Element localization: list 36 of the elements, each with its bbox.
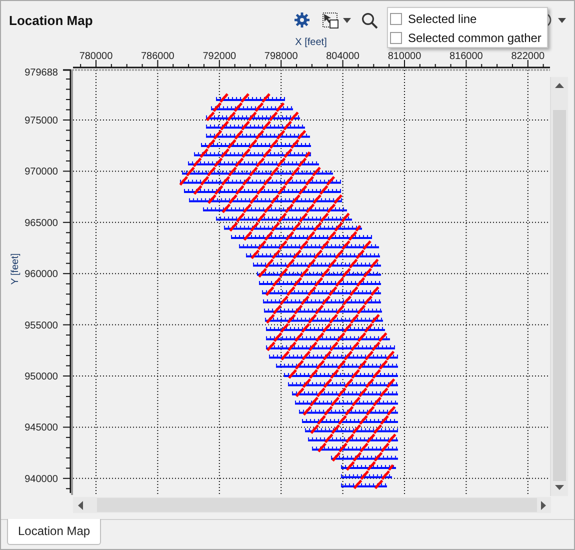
menu-item[interactable]: Selected line — [390, 10, 542, 27]
tick-label: 816000 — [450, 51, 483, 62]
axis-title: X [feet] — [295, 37, 327, 48]
panel-title: Location Map — [9, 12, 93, 28]
scroll-up-icon[interactable] — [555, 83, 564, 88]
tick-label: 940000 — [24, 474, 58, 485]
tick-label: 945000 — [24, 422, 58, 434]
caret-icon[interactable] — [558, 18, 566, 22]
tick-label: 965000 — [24, 218, 58, 229]
scroll-right-icon[interactable] — [541, 500, 546, 510]
tick-label: 786000 — [141, 51, 174, 62]
scroll-left-icon[interactable] — [78, 500, 83, 510]
vertical-scrollbar[interactable] — [550, 77, 568, 496]
search-icon[interactable] — [361, 12, 378, 28]
tick-label: 798000 — [264, 51, 298, 62]
horizontal-scrollbar[interactable] — [73, 497, 551, 513]
tick-label: 955000 — [24, 320, 58, 332]
menu-item[interactable]: Selected common gather — [390, 29, 542, 46]
checkbox[interactable] — [390, 32, 402, 44]
settings-icon[interactable] — [294, 12, 310, 28]
tick-label: 975000 — [24, 116, 58, 126]
axis-title: Y [feet] — [10, 253, 21, 285]
caret-icon[interactable] — [343, 18, 351, 22]
tick-label: 804000 — [326, 51, 360, 62]
tick-label: 970000 — [24, 166, 58, 178]
select-tool-icon[interactable] — [322, 12, 339, 28]
checkbox[interactable] — [390, 12, 402, 24]
tab[interactable]: Location Map — [7, 519, 102, 545]
tick-label: 822000 — [511, 51, 545, 62]
tick-label: 960000 — [24, 269, 58, 280]
scroll-down-icon[interactable] — [555, 485, 564, 490]
tick-label: 810000 — [388, 51, 422, 62]
tick-label: 780000 — [79, 51, 113, 62]
tick-label: 792000 — [202, 51, 236, 62]
tick-label: 979688 — [24, 68, 58, 78]
tick-label: 950000 — [24, 372, 58, 382]
